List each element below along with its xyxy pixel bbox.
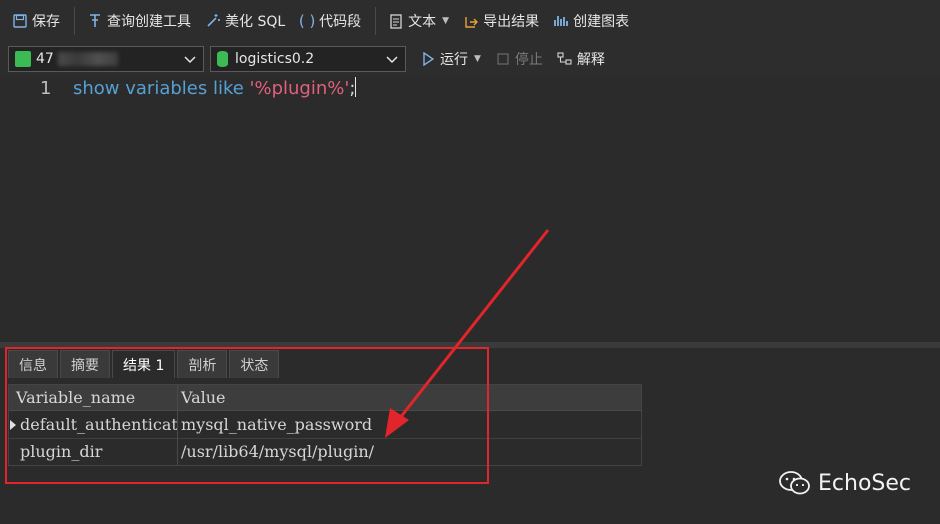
dropdown-caret-icon: ▼: [442, 16, 450, 26]
run-button[interactable]: 运行 ▼: [416, 44, 485, 74]
export-results-button[interactable]: 导出结果: [459, 6, 543, 36]
cell-variable-name[interactable]: plugin_dir: [17, 439, 177, 465]
grid-column-divider: [177, 385, 178, 465]
export-icon: [463, 13, 479, 29]
query-builder-button[interactable]: 查询创建工具: [83, 6, 195, 36]
cell-value[interactable]: /usr/lib64/mysql/plugin/: [178, 439, 638, 465]
wechat-icon: [779, 471, 810, 495]
database-select[interactable]: logistics0.2: [210, 46, 406, 72]
explain-icon: [557, 51, 573, 67]
sql-editor[interactable]: 1 show variables like '%plugin%';: [0, 76, 940, 342]
sql-keyword-text: show variables like: [73, 78, 250, 99]
stop-button[interactable]: 停止: [491, 44, 547, 74]
stop-icon: [495, 51, 511, 67]
connection-icon: [15, 51, 31, 67]
result-tabs: 信息 摘要 结果 1 剖析 状态: [8, 350, 281, 378]
tab-result-1[interactable]: 结果 1: [112, 350, 176, 378]
parentheses-icon: ( ): [298, 12, 316, 30]
chevron-down-icon: [184, 56, 196, 64]
database-icon: [217, 51, 228, 67]
tab-info[interactable]: 信息: [8, 350, 58, 378]
magic-wand-icon: [205, 13, 221, 29]
beautify-sql-label: 美化 SQL: [225, 14, 286, 30]
cell-value[interactable]: mysql_native_password: [178, 412, 638, 438]
tab-summary[interactable]: 摘要: [60, 350, 110, 378]
chevron-down-icon: [386, 56, 398, 64]
snippet-button[interactable]: ( ) 代码段: [295, 6, 365, 36]
tab-status[interactable]: 状态: [229, 350, 280, 378]
text-label: 文本: [408, 14, 437, 30]
sql-string-literal: '%plugin%': [249, 78, 350, 99]
line-number: 1: [40, 78, 52, 99]
result-panel: 信息 摘要 结果 1 剖析 状态 Variable_name Value def…: [0, 348, 940, 524]
beautify-sql-button[interactable]: 美化 SQL: [201, 6, 289, 36]
main-toolbar: 保存 查询创建工具 美化 SQL ( ) 代码段 文本 ▼ 导出结果 创建图表: [0, 0, 940, 42]
database-name: logistics0.2: [235, 51, 315, 67]
tab-profile[interactable]: 剖析: [177, 350, 228, 378]
connection-name: 47: [36, 51, 54, 67]
query-builder-icon: [87, 13, 103, 29]
create-chart-button[interactable]: 创建图表: [549, 6, 633, 36]
explain-label: 解释: [576, 52, 605, 68]
stop-label: 停止: [514, 52, 543, 68]
grid-header-row: Variable_name Value: [9, 385, 641, 411]
create-chart-label: 创建图表: [573, 14, 630, 30]
table-row[interactable]: default_authentication_plugin mysql_nati…: [9, 412, 641, 439]
text-cursor: [355, 77, 357, 97]
explain-button[interactable]: 解释: [553, 44, 609, 74]
result-grid[interactable]: Variable_name Value default_authenticati…: [8, 384, 642, 466]
save-label: 保存: [32, 14, 60, 30]
chart-icon: [553, 13, 569, 29]
dropdown-caret-icon: ▼: [474, 54, 481, 64]
toolbar-divider: [74, 7, 75, 35]
watermark-text: EchoSec: [818, 470, 911, 496]
redacted-connection-host: [57, 52, 118, 66]
play-icon: [420, 51, 436, 67]
text-button[interactable]: 文本 ▼: [384, 6, 453, 36]
export-results-label: 导出结果: [483, 14, 540, 30]
sql-code-line[interactable]: show variables like '%plugin%';: [73, 77, 357, 99]
query-builder-label: 查询创建工具: [107, 14, 191, 30]
column-header-value[interactable]: Value: [178, 385, 638, 411]
connection-toolbar: 47 logistics0.2 运行 ▼ 停止 解释: [0, 42, 940, 76]
save-button[interactable]: 保存: [8, 6, 64, 36]
run-label: 运行: [440, 52, 468, 68]
table-row[interactable]: plugin_dir /usr/lib64/mysql/plugin/: [9, 439, 641, 466]
toolbar-divider: [375, 7, 377, 35]
document-icon: [388, 13, 404, 29]
current-row-marker-icon: [10, 420, 16, 430]
watermark: EchoSec: [778, 470, 911, 496]
column-header-variable-name[interactable]: Variable_name: [13, 385, 173, 411]
save-icon: [12, 13, 28, 29]
cell-variable-name[interactable]: default_authentication_plugin: [17, 412, 177, 438]
connection-select[interactable]: 47: [8, 46, 204, 72]
snippet-label: 代码段: [319, 14, 362, 30]
